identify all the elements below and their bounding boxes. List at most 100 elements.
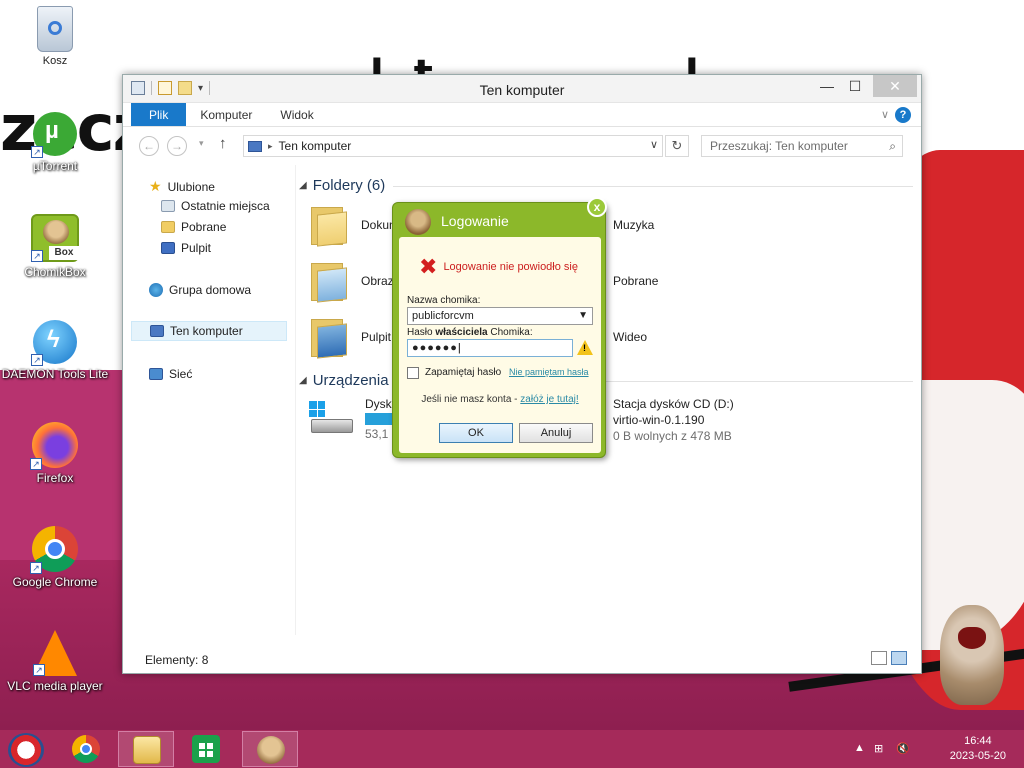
desktop-icon-google-chrome[interactable]: ↗ Google Chrome: [0, 526, 110, 589]
group-title: Urządzenia i: [312, 372, 397, 389]
clock[interactable]: 16:44 2023-05-20: [950, 734, 1006, 764]
folder-label: Muzyka: [613, 218, 655, 232]
nav-recent-places[interactable]: Ostatnie miejsca: [161, 199, 270, 213]
folder-icon: [309, 203, 349, 247]
chrome-icon: ↗: [30, 526, 78, 574]
folder-label: Wideo: [613, 330, 648, 344]
clock-date: 2023-05-20: [949, 750, 1006, 762]
desktop-icon-chomikbox[interactable]: Box ↗ ChomikBox: [0, 214, 110, 279]
recent-places-icon: [161, 200, 175, 212]
chevron-down-icon[interactable]: ▼: [578, 308, 588, 324]
nav-network[interactable]: Sieć: [149, 367, 192, 381]
error-message: ✖ Logowanie nie powiodło się: [419, 256, 578, 278]
close-button[interactable]: ✕: [873, 75, 917, 97]
shortcut-arrow-icon: ↗: [30, 458, 42, 470]
tab-view[interactable]: Widok: [266, 103, 327, 126]
taskbar-file-explorer[interactable]: [118, 731, 174, 767]
nav-this-pc[interactable]: Ten komputer: [131, 321, 287, 341]
desktop-icon-vlc[interactable]: ↗ VLC media player: [0, 630, 110, 693]
desktop-icon-utorrent[interactable]: µ ↗ µTorrent: [0, 112, 110, 173]
folder-label: Obraz: [361, 274, 394, 288]
network-icon: [149, 368, 163, 380]
firefox-icon: ↗: [30, 422, 78, 470]
help-icon[interactable]: ?: [895, 107, 911, 123]
utorrent-icon: µ ↗: [31, 112, 77, 158]
dialog-body: ✖ Logowanie nie powiodło się Nazwa chomi…: [399, 237, 601, 453]
dialog-title: Logowanie: [441, 213, 509, 229]
maximize-button[interactable]: ☐: [841, 75, 869, 97]
desktop-icon-label: VLC media player: [7, 679, 103, 693]
username-select[interactable]: publicforcvm ▼: [407, 307, 593, 325]
computer-icon: [150, 325, 164, 337]
details-view-icon[interactable]: [871, 651, 887, 665]
hard-drive-icon: [309, 399, 353, 439]
password-field[interactable]: ●●●●●●|: [407, 339, 573, 357]
dialog-header[interactable]: Logowanie x: [393, 197, 607, 237]
taskbar-store[interactable]: [178, 731, 234, 767]
taskbar: ▲ ⊞ 🔇 16:44 2023-05-20: [0, 730, 1024, 768]
password-value: ●●●●●●: [412, 342, 458, 354]
breadcrumb-separator-icon[interactable]: ▸: [268, 141, 273, 152]
large-icons-view-icon[interactable]: [891, 651, 907, 665]
computer-icon: [248, 140, 262, 152]
chomik-logo-icon: [405, 209, 431, 235]
ok-button[interactable]: OK: [439, 423, 513, 443]
desktop-icon-daemon-tools[interactable]: ϟ ↗ DAEMON Tools Lite: [0, 320, 110, 381]
folder-documents[interactable]: Dokun: [309, 203, 396, 247]
forgot-password-link[interactable]: Nie pamiętam hasła: [509, 367, 589, 377]
shortcut-arrow-icon: ↗: [31, 354, 43, 366]
search-icon[interactable]: ⌕: [889, 136, 896, 156]
folder-pictures[interactable]: Obraz: [309, 259, 394, 303]
start-button[interactable]: [0, 731, 56, 767]
breadcrumb-this-pc[interactable]: Ten komputer: [279, 139, 352, 153]
shortcut-arrow-icon: ↗: [30, 562, 42, 574]
back-button[interactable]: ←: [139, 136, 159, 156]
nav-downloads[interactable]: Pobrane: [161, 220, 226, 234]
remember-password-label[interactable]: Zapamiętaj hasło: [425, 367, 501, 378]
desktop-icon-label: µTorrent: [32, 159, 78, 173]
nav-desktop[interactable]: Pulpit: [161, 241, 211, 255]
tab-computer[interactable]: Komputer: [186, 103, 266, 126]
window-title: Ten komputer: [479, 82, 565, 98]
forward-button[interactable]: →: [167, 136, 187, 156]
nav-homegroup[interactable]: Grupa domowa: [149, 283, 251, 297]
chrome-icon: [72, 735, 100, 763]
window-titlebar[interactable]: ▾ Ten komputer — ☐ ✕: [123, 75, 921, 103]
folder-desktop[interactable]: Pulpit: [309, 315, 391, 359]
collapse-icon[interactable]: ◢: [299, 180, 307, 191]
desktop-icon-firefox[interactable]: ↗ Firefox: [0, 422, 110, 485]
tab-file[interactable]: Plik: [131, 103, 187, 126]
volume-muted-icon[interactable]: 🔇: [896, 742, 910, 755]
taskbar-chrome[interactable]: [58, 731, 114, 767]
search-input[interactable]: Przeszukaj: Ten komputer ⌕: [701, 135, 903, 157]
show-hidden-icons-icon[interactable]: ▲: [854, 742, 865, 754]
network-icon[interactable]: ⊞: [874, 742, 883, 755]
recent-locations-dropdown-icon[interactable]: ▾: [199, 138, 204, 149]
up-button[interactable]: ↑: [219, 135, 227, 152]
collapse-icon[interactable]: ◢: [299, 375, 307, 386]
navigation-pane: ★ Ulubione Ostatnie miejsca Pobrane Pulp…: [123, 165, 293, 635]
taskbar-chomikbox[interactable]: [242, 731, 298, 767]
remember-password-checkbox[interactable]: [407, 367, 419, 379]
nav-label: Sieć: [169, 367, 193, 381]
folders-group-header[interactable]: ◢ Foldery (6): [299, 177, 913, 194]
address-bar-row: ← → ▾ ↑ ▸ Ten komputer ∨ ↻ Przeszukaj: T…: [123, 127, 921, 163]
expand-ribbon-icon[interactable]: ∨: [881, 108, 889, 121]
star-icon: ★: [149, 178, 162, 194]
signup-link[interactable]: załóż je tutaj!: [520, 394, 578, 405]
desktop-icon-recycle-bin[interactable]: Kosz: [0, 6, 110, 67]
address-field[interactable]: ▸ Ten komputer ∨: [243, 135, 663, 157]
minimize-button[interactable]: —: [813, 75, 841, 97]
address-dropdown-icon[interactable]: ∨: [650, 138, 658, 151]
status-bar: Elementy: 8: [123, 639, 921, 673]
cancel-button[interactable]: Anuluj: [519, 423, 593, 443]
dialog-close-button[interactable]: x: [587, 197, 607, 217]
vlc-icon: ↗: [33, 630, 77, 676]
chomikbox-icon: [257, 736, 285, 764]
drive-local-disk[interactable]: Dysk l 53,1 G: [309, 397, 401, 441]
refresh-button[interactable]: ↻: [665, 135, 689, 157]
drive-free-space: 0 B wolnych z 478 MB: [613, 429, 732, 443]
devices-group-header[interactable]: ◢ Urządzenia i: [299, 372, 913, 389]
nav-favorites[interactable]: ★ Ulubione: [149, 178, 215, 195]
nav-label: Grupa domowa: [169, 283, 252, 297]
